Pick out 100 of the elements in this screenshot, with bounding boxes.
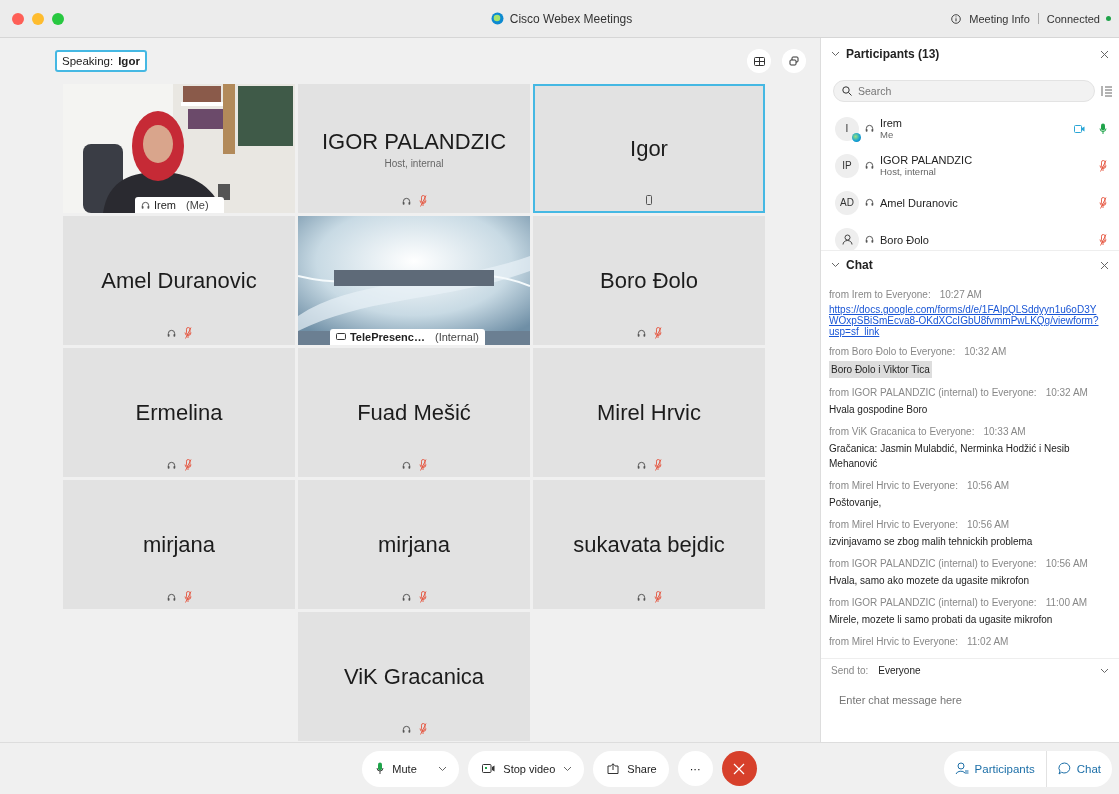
muted-microphone-icon[interactable] bbox=[1099, 159, 1107, 172]
meeting-info-link[interactable]: Meeting Info bbox=[969, 12, 1030, 25]
video-tile[interactable]: Ermelina bbox=[63, 348, 295, 477]
layers-icon bbox=[789, 56, 799, 66]
headset-icon bbox=[166, 460, 176, 470]
share-button[interactable]: Share bbox=[593, 750, 669, 787]
info-icon[interactable] bbox=[951, 13, 962, 24]
search-field[interactable]: Search bbox=[833, 80, 1095, 102]
connection-status: Connected bbox=[1046, 12, 1100, 25]
message-sender: from ViK Gracanica to Everyone: bbox=[829, 426, 975, 437]
muted-microphone-icon[interactable] bbox=[418, 459, 427, 471]
layout-button[interactable] bbox=[782, 49, 806, 73]
participant-label: Irem (Me) bbox=[135, 197, 224, 213]
leave-meeting-button[interactable] bbox=[721, 751, 757, 786]
muted-microphone-icon[interactable] bbox=[653, 459, 662, 471]
avatar: I bbox=[835, 116, 859, 141]
headset-icon bbox=[865, 235, 874, 244]
participants-button[interactable]: Participants bbox=[943, 750, 1046, 787]
panel-title: Participants (13) bbox=[846, 47, 941, 61]
headset-icon bbox=[141, 200, 150, 210]
mute-button[interactable]: Mute bbox=[362, 750, 460, 787]
muted-microphone-icon[interactable] bbox=[1099, 233, 1107, 246]
participant-row[interactable]: Boro Đolo bbox=[835, 221, 1107, 250]
message-time: 10:33 AM bbox=[983, 426, 1026, 437]
video-camera-icon[interactable] bbox=[1074, 124, 1085, 133]
avatar: AD bbox=[835, 190, 859, 215]
headset-icon bbox=[401, 196, 411, 206]
close-icon bbox=[733, 762, 746, 775]
participants-icon bbox=[954, 762, 969, 775]
message-text: izvinjavamo se zbog malih tehnickih problema bbox=[829, 535, 1034, 549]
video-tile[interactable]: Mirel Hrvic bbox=[533, 348, 765, 477]
headset-icon bbox=[401, 724, 411, 734]
muted-microphone-icon[interactable] bbox=[1099, 196, 1107, 209]
message-sender: from Irem to Everyone: bbox=[829, 289, 931, 300]
video-tile[interactable]: TelePresenc… (Internal) bbox=[298, 216, 530, 345]
caret-icon[interactable] bbox=[438, 765, 448, 772]
minimize-window-button[interactable] bbox=[32, 12, 44, 25]
video-tile[interactable]: Boro Đolo bbox=[533, 216, 765, 345]
muted-microphone-icon[interactable] bbox=[418, 591, 427, 603]
participant-name: Irem bbox=[880, 117, 903, 129]
participant-role: Me bbox=[880, 129, 895, 140]
message-link[interactable]: https://docs.google.com/forms/d/e/1FAIpQLSddyyn1u6oD3YWOxpSBiSmEcva8-OKdXCcIGbU8fvmmPwLKQg/viewform?usp=sf_link bbox=[829, 304, 1105, 337]
muted-microphone-icon[interactable] bbox=[183, 459, 192, 471]
close-icon[interactable] bbox=[1100, 260, 1109, 270]
participant-role: Host, internal bbox=[384, 157, 444, 169]
sort-icon[interactable] bbox=[1101, 85, 1113, 97]
participant-row[interactable]: IP IGOR PALANDZIC Host, internal bbox=[835, 147, 1107, 184]
participant-row[interactable]: AD Amel Duranovic bbox=[835, 184, 1107, 221]
message-text: Hvala gospodine Boro bbox=[829, 403, 929, 417]
close-icon[interactable] bbox=[1100, 49, 1109, 59]
video-tile[interactable]: sukavata bejdic bbox=[533, 480, 765, 609]
muted-microphone-icon[interactable] bbox=[418, 723, 427, 735]
video-tile[interactable]: mirjana bbox=[63, 480, 295, 609]
message-time: 10:56 AM bbox=[1045, 558, 1088, 569]
participant-name: Amel Duranovic bbox=[880, 196, 959, 209]
participant-row[interactable]: I Irem Me bbox=[835, 110, 1107, 147]
participant-name: ViK Gracanica bbox=[343, 663, 485, 690]
close-window-button[interactable] bbox=[12, 12, 24, 25]
grid-view-button[interactable] bbox=[747, 49, 771, 73]
muted-microphone-icon[interactable] bbox=[183, 327, 192, 339]
muted-microphone-icon[interactable] bbox=[418, 195, 427, 207]
more-button[interactable]: ··· bbox=[677, 751, 713, 786]
video-tile[interactable]: IGOR PALANDZIC Host, internal bbox=[298, 84, 530, 213]
device-icon bbox=[336, 333, 346, 341]
message-sender: from Mirel Hrvic to Everyone: bbox=[829, 480, 958, 491]
status-dot bbox=[1106, 16, 1111, 21]
headset-icon bbox=[865, 124, 874, 133]
maximize-window-button[interactable] bbox=[52, 12, 64, 25]
video-tile[interactable]: Igor bbox=[533, 84, 765, 213]
send-to-label: Send to: bbox=[831, 665, 869, 676]
muted-microphone-icon[interactable] bbox=[183, 591, 192, 603]
message-time: 10:32 AM bbox=[1045, 387, 1088, 398]
collapse-icon[interactable] bbox=[831, 262, 840, 268]
microphone-icon bbox=[376, 762, 385, 775]
window-title: Cisco Webex Meetings bbox=[509, 11, 633, 26]
video-tile[interactable]: Amel Duranovic bbox=[63, 216, 295, 345]
video-tile[interactable]: Irem (Me) bbox=[63, 84, 295, 213]
muted-microphone-icon[interactable] bbox=[653, 327, 662, 339]
chevron-icon[interactable] bbox=[1100, 667, 1109, 674]
video-tile[interactable]: Fuad Mešić bbox=[298, 348, 530, 477]
stop-video-button[interactable]: Stop video bbox=[468, 750, 585, 787]
muted-microphone-icon[interactable] bbox=[653, 591, 662, 603]
caret-icon[interactable] bbox=[563, 765, 573, 772]
participant-name: mirjana bbox=[142, 531, 216, 558]
message-sender: from Boro Đolo to Everyone: bbox=[829, 346, 956, 357]
message-time: 10:56 AM bbox=[966, 519, 1010, 530]
headset-icon bbox=[636, 592, 646, 602]
collapse-icon[interactable] bbox=[831, 51, 840, 57]
recipient-dropdown[interactable]: Everyone bbox=[878, 665, 1090, 676]
chat-button[interactable]: Chat bbox=[1045, 750, 1112, 787]
message-sender: from IGOR PALANDZIC (internal) to Everyone: bbox=[829, 387, 1037, 398]
participant-role: Host, internal bbox=[880, 166, 937, 177]
video-tile[interactable]: ViK Gracanica bbox=[298, 612, 530, 741]
message-time: 11:00 AM bbox=[1045, 597, 1088, 608]
microphone-icon[interactable] bbox=[1099, 122, 1107, 135]
message-text: Hvala, samo ako mozete da ugasite mikrofon bbox=[829, 574, 1031, 588]
message-sender: from Mirel Hrvic to Everyone: bbox=[829, 636, 958, 647]
video-tile[interactable]: mirjana bbox=[298, 480, 530, 609]
message-sender: from IGOR PALANDZIC (internal) to Everyone: bbox=[829, 558, 1037, 569]
participant-name: sukavata bejdic bbox=[573, 531, 725, 558]
